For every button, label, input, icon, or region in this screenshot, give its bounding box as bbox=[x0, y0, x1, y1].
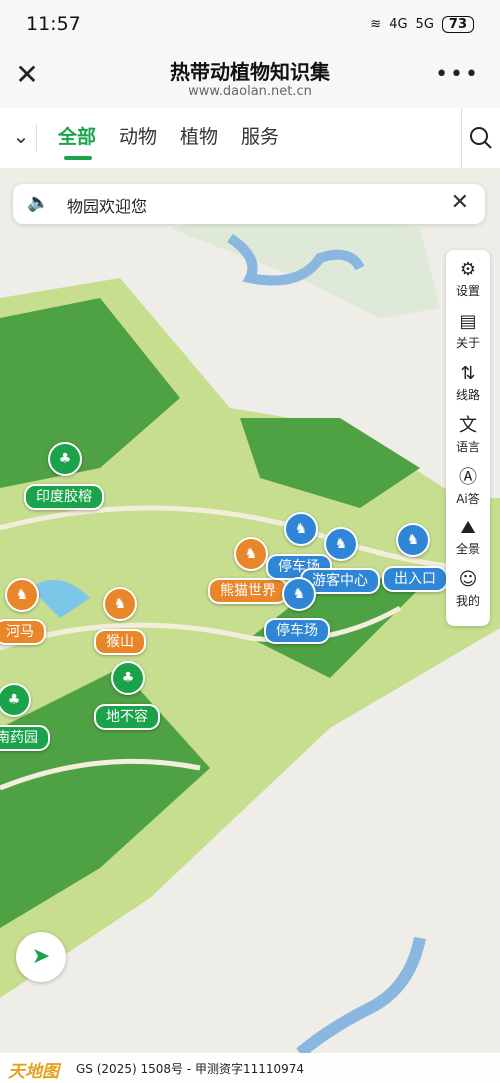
chevron-down-icon[interactable]: ⌄ bbox=[6, 124, 37, 152]
poi-hippo[interactable]: 河马 bbox=[0, 619, 46, 645]
status-icons: ≋ 4G 5G 73 bbox=[370, 15, 474, 33]
plant-pin-icon[interactable]: ♣ bbox=[111, 661, 145, 695]
signal-4g: 4G bbox=[389, 16, 408, 32]
tool-about[interactable]: ▤ 关于 bbox=[446, 310, 490, 351]
poi-indian-rubber[interactable]: 印度胶榕 bbox=[24, 484, 104, 510]
app-header: ✕ 热带动植物知识集 www.daolan.net.cn ••• bbox=[0, 48, 500, 108]
copyright-text: GS (2025) 1508号 - 甲测资字11110974 bbox=[76, 1062, 305, 1076]
announcement-bar: 🔈 物园欢迎您 ✕ bbox=[13, 184, 485, 224]
speaker-icon[interactable]: 🔈 bbox=[27, 192, 49, 213]
poi-entrance[interactable]: 出入口 bbox=[382, 566, 448, 592]
tool-profile[interactable]: ☺ 我的 bbox=[446, 568, 490, 609]
map-canvas[interactable]: ♣ 印度胶榕 ♞ 河马 ♞ 猴山 ♣ 地不容 ♣ 南药园 ♞ 熊猫世界 ♞ 停车… bbox=[0, 168, 500, 1053]
parking-pin-icon[interactable]: ♞ bbox=[284, 512, 318, 546]
tool-label: 语言 bbox=[455, 440, 480, 454]
tool-label: 关于 bbox=[455, 336, 480, 350]
poi-dibu-rong[interactable]: 地不容 bbox=[94, 704, 160, 730]
route-icon: ⇅ bbox=[460, 363, 476, 384]
deer-pin-icon[interactable]: ♞ bbox=[5, 578, 39, 612]
gear-icon: ⚙ bbox=[459, 259, 477, 280]
panorama-icon: ⛰ bbox=[460, 517, 476, 538]
tab-all[interactable]: 全部 bbox=[58, 122, 96, 149]
tool-ai[interactable]: Ⓐ Ai答 bbox=[446, 466, 490, 507]
search-icon[interactable] bbox=[461, 108, 500, 168]
translate-icon: 文 bbox=[459, 415, 477, 436]
plant-pin-icon[interactable]: ♣ bbox=[48, 442, 82, 476]
page-url: www.daolan.net.cn bbox=[188, 84, 312, 99]
announcement-text: 物园欢迎您 bbox=[67, 197, 148, 216]
map-toolbar: ⚙ 设置 ▤ 关于 ⇅ 线路 文 语言 Ⓐ Ai答 ⛰ 全景 ☺ 我的 bbox=[446, 250, 490, 626]
poi-monkey-hill[interactable]: 猴山 bbox=[94, 629, 146, 655]
tool-label: 设置 bbox=[455, 284, 480, 298]
ai-icon: Ⓐ bbox=[459, 467, 477, 488]
map-background bbox=[0, 168, 500, 1053]
tab-plants[interactable]: 植物 bbox=[180, 122, 218, 149]
person-icon: ☺ bbox=[458, 569, 478, 590]
tool-language[interactable]: 文 语言 bbox=[446, 414, 490, 455]
tab-animals[interactable]: 动物 bbox=[119, 122, 157, 149]
category-tabs: ⌄ 全部 动物 植物 服务 bbox=[0, 108, 500, 169]
service-pin-icon[interactable]: ♞ bbox=[324, 527, 358, 561]
page-title: 热带动植物知识集 bbox=[170, 60, 330, 84]
map-attribution: 天地图 GS (2025) 1508号 - 甲测资字11110974 bbox=[0, 1053, 500, 1083]
deer-pin-icon[interactable]: ♞ bbox=[103, 587, 137, 621]
more-icon[interactable]: ••• bbox=[435, 62, 480, 87]
deer-pin-icon[interactable]: ♞ bbox=[234, 537, 268, 571]
status-time: 11:57 bbox=[26, 13, 81, 35]
tool-label: 我的 bbox=[455, 594, 480, 608]
tool-label: 线路 bbox=[455, 388, 480, 402]
signal-5g: 5G bbox=[415, 16, 434, 32]
parking-pin-icon[interactable]: ♞ bbox=[282, 577, 316, 611]
wifi-icon: ≋ bbox=[370, 16, 382, 32]
tool-label: 全景 bbox=[455, 542, 480, 556]
poi-medicine-garden[interactable]: 南药园 bbox=[0, 725, 50, 751]
tool-route[interactable]: ⇅ 线路 bbox=[446, 362, 490, 403]
tool-panorama[interactable]: ⛰ 全景 bbox=[446, 516, 490, 557]
entrance-pin-icon[interactable]: ♞ bbox=[396, 523, 430, 557]
locate-button[interactable]: ➤ bbox=[16, 932, 66, 982]
tool-label: Ai答 bbox=[456, 492, 480, 506]
tab-services[interactable]: 服务 bbox=[241, 122, 279, 149]
document-icon: ▤ bbox=[459, 311, 477, 332]
close-icon[interactable]: ✕ bbox=[451, 190, 469, 215]
active-tab-indicator bbox=[64, 156, 92, 160]
poi-parking-2[interactable]: 停车场 bbox=[264, 618, 330, 644]
status-bar: 11:57 ≋ 4G 5G 73 bbox=[0, 0, 500, 48]
tool-settings[interactable]: ⚙ 设置 bbox=[446, 258, 490, 299]
navigation-arrow-icon: ➤ bbox=[31, 944, 51, 969]
poi-panda-world[interactable]: 熊猫世界 bbox=[208, 578, 288, 604]
tianditu-logo: 天地图 bbox=[8, 1062, 59, 1082]
battery-icon: 73 bbox=[441, 15, 474, 33]
